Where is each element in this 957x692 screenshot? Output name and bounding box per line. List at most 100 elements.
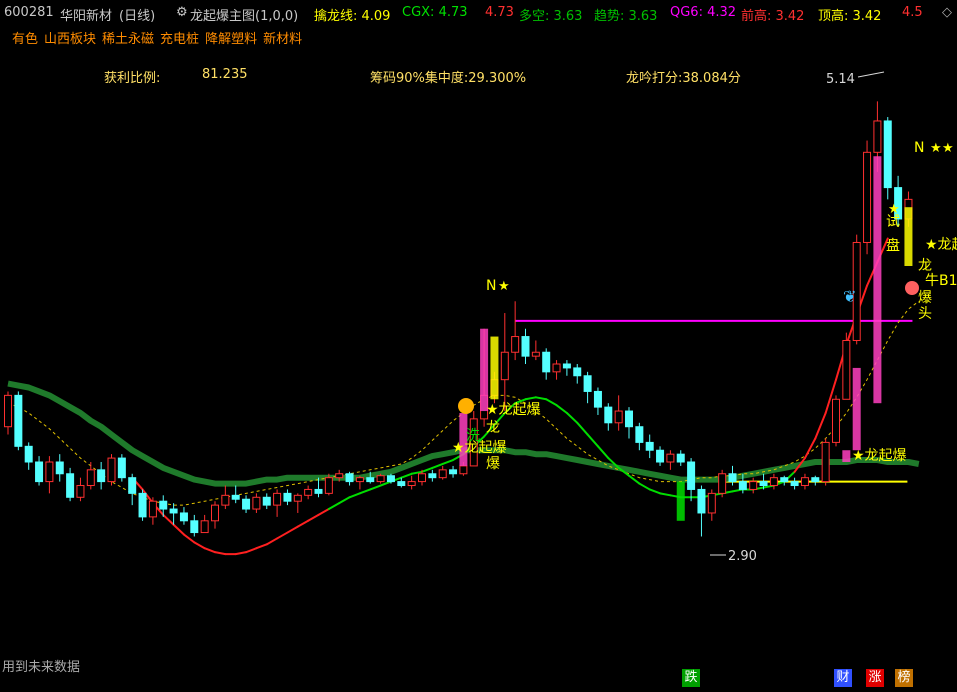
support-line-segment: [369, 484, 382, 491]
support-line-segment: [327, 502, 341, 511]
candle-body: [169, 508, 178, 514]
support-line-segment: [296, 519, 310, 528]
annotation-label: N: [486, 278, 496, 294]
candle-body: [676, 453, 685, 463]
candle-body: [345, 473, 354, 483]
star-icon: ★: [942, 141, 954, 156]
future-data-note: 用到未来数据: [2, 660, 81, 675]
badge-3[interactable]: 榜: [895, 669, 913, 687]
candle-body: [24, 445, 33, 463]
candle-body: [780, 477, 789, 483]
signal-bar: [904, 207, 913, 266]
candle-body: [4, 394, 12, 428]
support-line-segment: [193, 541, 206, 550]
badge-2[interactable]: 涨: [866, 669, 884, 687]
support-line-segment: [265, 537, 279, 546]
annotation-label: 头: [918, 306, 932, 322]
candle-body: [656, 449, 665, 463]
support-line-segment: [421, 466, 434, 473]
candle-body: [190, 520, 199, 534]
support-line-segment: [638, 482, 651, 491]
candle-body: [407, 481, 416, 487]
candle-body: [55, 461, 64, 475]
support-line-segment: [203, 547, 216, 554]
candle-body: [376, 475, 385, 483]
support-line-segment: [338, 496, 351, 505]
support-line-segment: [348, 492, 361, 499]
candle-body: [800, 477, 809, 487]
candle-body: [666, 453, 675, 463]
candle-body: [45, 461, 54, 483]
candle-body: [200, 520, 209, 534]
candle-body: [148, 500, 157, 518]
support-line-segment: [214, 551, 227, 556]
support-line-segment: [534, 396, 548, 401]
candle-body: [35, 461, 44, 483]
candle-body: [117, 457, 126, 479]
candle-body: [76, 485, 85, 498]
butterfly-icon: ❦: [843, 287, 856, 306]
candle-body: [531, 351, 540, 357]
support-line-segment: [317, 508, 330, 516]
annotation-label: ★龙起爆: [486, 402, 541, 418]
candle-body: [697, 488, 706, 514]
support-line-segment: [431, 462, 444, 469]
candle-body: [500, 351, 509, 381]
candle-body: [159, 500, 168, 510]
support-line-segment: [172, 523, 185, 536]
candle-body: [252, 496, 261, 510]
support-line-segment: [524, 396, 537, 401]
candle-body: [645, 441, 654, 451]
candle-body: [511, 336, 520, 353]
support-line-segment: [659, 492, 672, 497]
signal-ball-icon: [905, 281, 919, 295]
candle-body: [449, 469, 458, 475]
support-line-segment: [182, 533, 196, 544]
candle-body: [86, 469, 95, 487]
candle-body: [314, 488, 323, 494]
candle-body: [283, 492, 292, 502]
candle-body: [66, 473, 75, 498]
support-line-segment: [245, 547, 258, 554]
badge-0[interactable]: 跌: [682, 669, 700, 687]
support-line-segment: [441, 459, 455, 465]
candle-body: [366, 477, 375, 483]
support-line-segment: [586, 433, 599, 448]
candle-body: [179, 512, 188, 522]
support-line-segment: [400, 472, 413, 479]
support-line-segment: [565, 412, 579, 424]
support-line-segment: [596, 445, 610, 460]
candle-body: [635, 426, 644, 443]
candle-body: [614, 410, 623, 424]
candle-body: [842, 339, 851, 400]
candle-body: [707, 492, 716, 514]
candle-body: [242, 498, 251, 510]
candle-body: [128, 477, 137, 494]
signal-bar: [490, 336, 499, 400]
support-line-segment: [255, 543, 268, 550]
candle-body: [304, 488, 313, 496]
candle-body: [821, 441, 830, 483]
candle-body: [428, 473, 437, 479]
candle-body: [97, 469, 106, 483]
signal-bar: [873, 156, 882, 404]
signal-bar: [676, 481, 685, 521]
candle-body: [625, 410, 633, 428]
candle-body: [863, 151, 872, 243]
annotation-label: 爆: [486, 456, 500, 472]
annotation-label: 盘: [886, 237, 900, 254]
annotation-label: 龙: [918, 258, 932, 274]
candle-body: [542, 351, 551, 373]
candle-body: [573, 367, 582, 377]
support-line-segment: [307, 513, 320, 522]
support-line-segment: [576, 421, 589, 436]
candle-body: [593, 390, 602, 408]
badge-1[interactable]: 财: [834, 669, 852, 687]
support-line-segment: [358, 488, 372, 495]
candle-body: [438, 469, 447, 479]
candle-body: [107, 457, 116, 483]
candle-body: [718, 473, 727, 494]
signal-bar: [480, 328, 489, 412]
candlestick-chart[interactable]: 5.142.90★龙起爆★龙起爆★龙起爆★龙起爆洗龙爆NN试盘牛B1龙爆头★★★…: [0, 0, 957, 660]
candle-body: [521, 336, 530, 357]
